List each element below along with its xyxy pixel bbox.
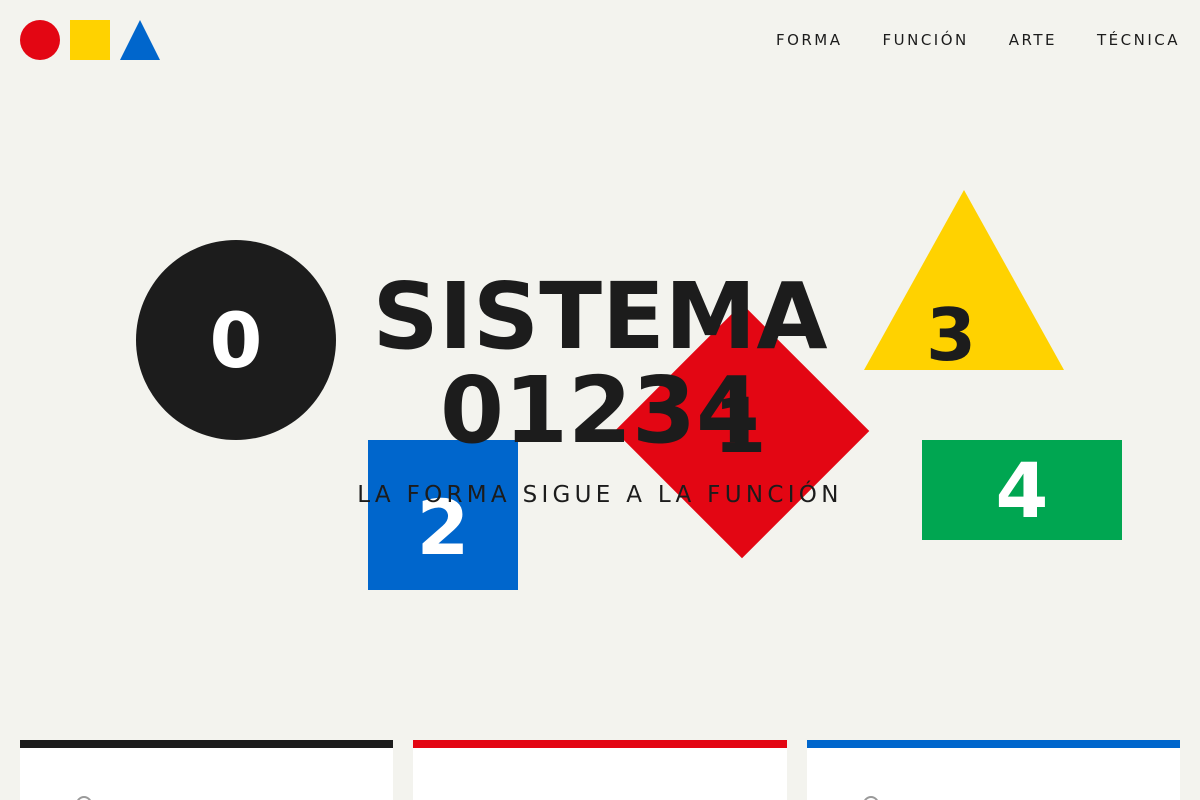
nav-item-tecnica[interactable]: TÉCNICA — [1097, 30, 1180, 50]
shape-number-4: 4 — [995, 445, 1049, 535]
nav-item-forma[interactable]: FORMA — [776, 30, 843, 50]
hero-title-line-1: SISTEMA — [372, 263, 828, 370]
card-black[interactable] — [20, 740, 394, 800]
shape-number-3: 3 — [925, 293, 977, 377]
hero-title: SISTEMA 01234 — [340, 270, 860, 458]
main-nav: FORMA FUNCIÓN ARTE TÉCNICA — [776, 30, 1180, 50]
green-rectangle-shape: 4 — [922, 440, 1122, 540]
card-red[interactable] — [413, 740, 787, 800]
black-circle-shape: 0 — [136, 240, 336, 440]
shape-number-0: 0 — [209, 295, 263, 385]
card-blue[interactable] — [806, 740, 1180, 800]
logo[interactable] — [20, 20, 160, 60]
page: FORMA FUNCIÓN ARTE TÉCNICA 0 1 2 3 4 SIS… — [0, 0, 1200, 800]
hero-title-line-2: 01234 — [439, 357, 761, 464]
card-circle-icon — [76, 796, 92, 800]
card-row — [20, 740, 1180, 800]
card-circle-icon — [862, 796, 879, 800]
red-circle-icon — [20, 20, 60, 60]
hero-subtitle: LA FORMA SIGUE A LA FUNCIÓN — [357, 482, 843, 508]
nav-item-arte[interactable]: ARTE — [1009, 30, 1057, 50]
yellow-square-icon — [70, 20, 110, 60]
nav-item-funcion[interactable]: FUNCIÓN — [883, 30, 969, 50]
blue-triangle-icon — [120, 20, 160, 60]
